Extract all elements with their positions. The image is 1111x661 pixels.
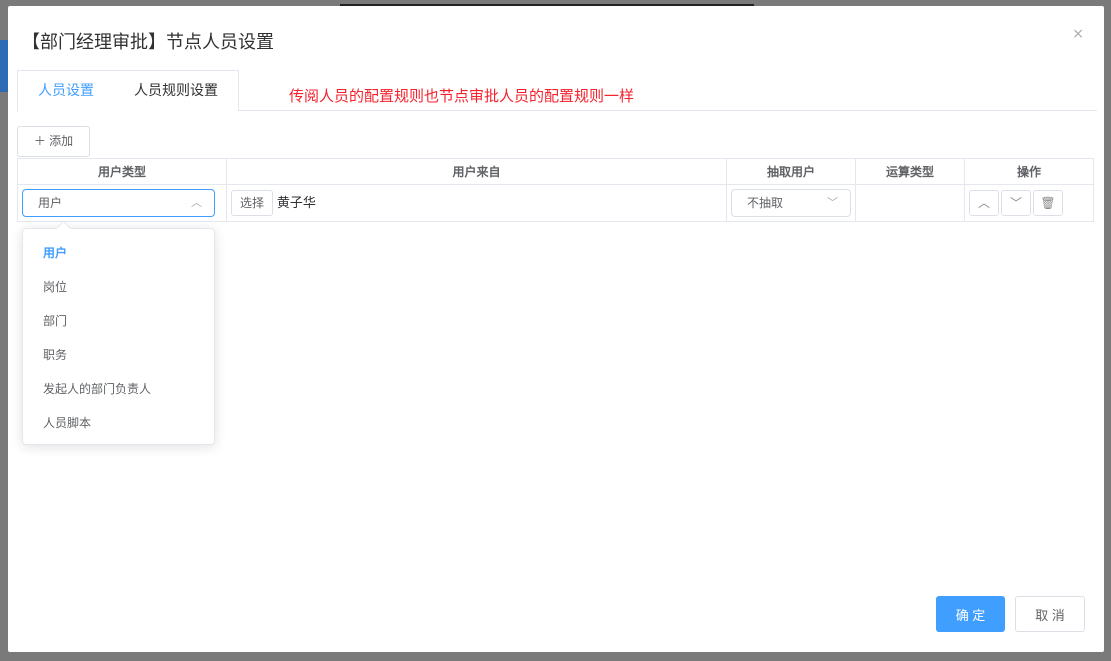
header-actions: 操作 bbox=[964, 158, 1094, 185]
option-duty[interactable]: 职务 bbox=[23, 338, 214, 372]
chevron-up-icon: ︿ bbox=[191, 196, 202, 209]
rule-note: 传阅人员的配置规则也节点审批人员的配置规则一样 bbox=[289, 87, 635, 105]
option-user[interactable]: 用户 bbox=[23, 236, 214, 270]
choose-button[interactable]: 选择 bbox=[231, 190, 274, 216]
option-personnel-script[interactable]: 人员脚本 bbox=[23, 406, 214, 440]
option-initiator-dept-head[interactable]: 发起人的部门负责人 bbox=[23, 372, 214, 406]
extract-value: 不抽取 bbox=[747, 196, 784, 210]
cancel-button[interactable]: 取 消 bbox=[1015, 596, 1085, 632]
move-up-button[interactable]: ︿ bbox=[969, 190, 999, 216]
user-from-value: 黄子华 bbox=[276, 196, 316, 211]
confirm-button[interactable]: 确 定 bbox=[936, 596, 1005, 632]
user-type-value: 用户 bbox=[38, 196, 63, 210]
user-type-select[interactable]: 用户 ︿ bbox=[22, 189, 215, 217]
personnel-table: 用户类型 用户来自 抽取用户 运算类型 操作 用户 ︿ 选择 黄子华 不抽取 ﹀ ︿… bbox=[17, 158, 1094, 222]
header-user-type: 用户类型 bbox=[17, 158, 227, 185]
close-icon[interactable]: × bbox=[1072, 26, 1084, 42]
header-user-from: 用户来自 bbox=[226, 158, 727, 185]
option-post[interactable]: 岗位 bbox=[23, 270, 214, 304]
tab-personnel-settings[interactable]: 人员设置 bbox=[17, 70, 115, 112]
extract-select[interactable]: 不抽取 ﹀ bbox=[731, 189, 851, 217]
node-personnel-dialog: 【部门经理审批】节点人员设置 × 人员设置 人员规则设置 传阅人员的配置规则也节… bbox=[8, 6, 1104, 652]
header-op-type: 运算类型 bbox=[855, 158, 965, 185]
table-row: 用户 ︿ 选择 黄子华 不抽取 ﹀ ︿ ﹀ 🗑 bbox=[17, 184, 1094, 222]
op-type-cell bbox=[855, 184, 965, 222]
chevron-down-icon: ﹀ bbox=[827, 196, 838, 209]
header-extract: 抽取用户 bbox=[726, 158, 856, 185]
user-type-dropdown: 用户 岗位 部门 职务 发起人的部门负责人 人员脚本 bbox=[22, 228, 215, 445]
background-sidebar bbox=[0, 40, 8, 92]
tab-personnel-rules[interactable]: 人员规则设置 bbox=[114, 70, 239, 111]
delete-button[interactable]: 🗑 bbox=[1033, 190, 1063, 216]
dialog-title: 【部门经理审批】节点人员设置 bbox=[22, 32, 274, 53]
option-department[interactable]: 部门 bbox=[23, 304, 214, 338]
add-button[interactable]: ＋ 添加 bbox=[17, 126, 90, 157]
table-header: 用户类型 用户来自 抽取用户 运算类型 操作 bbox=[17, 158, 1094, 185]
trash-icon: 🗑 bbox=[1040, 196, 1056, 210]
move-down-button[interactable]: ﹀ bbox=[1001, 190, 1031, 216]
